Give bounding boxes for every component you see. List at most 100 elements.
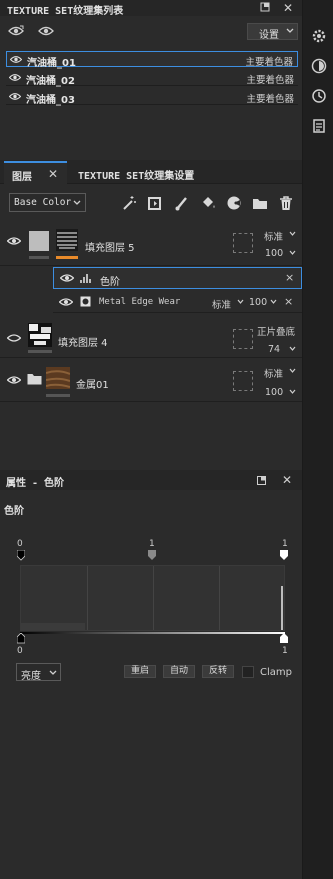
close-tab-icon[interactable]: ✕ <box>48 167 58 181</box>
visibility-eye-icon[interactable] <box>7 333 21 343</box>
chevron-down-icon[interactable] <box>289 389 296 395</box>
visibility-eye-icon[interactable] <box>60 273 74 283</box>
input-low-handle[interactable] <box>17 550 25 561</box>
visibility-eye-icon[interactable] <box>7 236 21 246</box>
settings-gear-icon[interactable] <box>311 28 327 44</box>
tab-layers[interactable]: 图层 ✕ <box>4 161 67 184</box>
input-low-value: 0 <box>17 539 23 549</box>
chevron-down-icon[interactable] <box>289 231 296 237</box>
chevron-down-icon <box>286 27 294 35</box>
shader-name: 主要着色器 <box>246 75 294 86</box>
visibility-eye-icon[interactable] <box>9 73 21 82</box>
blend-mode[interactable]: 正片叠底 <box>257 324 295 338</box>
opacity-value[interactable]: 100 <box>265 387 283 398</box>
histogram-gridline <box>219 566 220 630</box>
log-document-icon[interactable] <box>311 118 327 134</box>
levels-histogram <box>20 565 285 631</box>
visibility-eye-icon[interactable] <box>59 297 73 307</box>
add-effect-wand-icon[interactable] <box>121 195 137 211</box>
clamp-checkbox[interactable] <box>242 666 254 678</box>
input-high-handle[interactable] <box>280 550 288 561</box>
layer-name: 填充图层 4 <box>58 338 108 349</box>
chevron-down-icon[interactable] <box>289 346 296 352</box>
close-icon[interactable]: ✕ <box>283 1 293 15</box>
remove-effect-icon[interactable]: × <box>285 271 294 284</box>
chevron-down-icon[interactable] <box>237 299 244 305</box>
display-settings-icon[interactable] <box>311 58 327 74</box>
add-generator-icon[interactable] <box>147 195 163 211</box>
fill-bucket-icon[interactable] <box>200 195 216 211</box>
thumbnail-underline <box>46 394 70 397</box>
layer-row[interactable]: 填充图层 4 正片叠底 74 <box>0 318 302 358</box>
eye-icon[interactable] <box>38 24 54 38</box>
chevron-down-icon[interactable] <box>289 368 296 374</box>
right-tool-strip <box>302 0 333 879</box>
chevron-down-icon[interactable] <box>289 250 296 256</box>
effect-row-metal-edge-wear[interactable]: Metal Edge Wear 标准 100 × <box>53 291 302 313</box>
tab-label: TEXTURE SET纹理集设置 <box>78 171 195 182</box>
channel-select-value: 亮度 <box>21 671 41 682</box>
texture-set-row[interactable]: 汽油桶_02 主要着色器 <box>6 70 298 87</box>
settings-dropdown[interactable]: 设置 <box>247 23 298 41</box>
reset-button[interactable]: 重启 <box>124 665 156 678</box>
float-panel-icon[interactable] <box>260 2 270 12</box>
tab-texture-set-settings[interactable]: TEXTURE SET纹理集设置 <box>70 161 210 184</box>
texture-set-name: 汽油桶_02 <box>26 76 75 87</box>
chevron-down-icon[interactable] <box>270 299 277 305</box>
blend-mode[interactable]: 标准 <box>212 297 231 311</box>
input-mid-handle[interactable] <box>148 550 156 561</box>
float-panel-icon[interactable] <box>257 476 266 485</box>
channel-dropdown[interactable]: Base Color <box>9 193 86 212</box>
effect-row-levels[interactable]: 色阶 × <box>53 267 302 289</box>
histogram-data <box>21 623 85 630</box>
shader-name: 主要着色器 <box>246 94 294 105</box>
properties-panel: 属性 - 色阶 ✕ 色阶 0 1 1 0 1 亮度 重启 自动 反转 Clamp <box>0 470 302 879</box>
texture-set-header: TEXTURE SET纹理集列表 ✕ <box>0 0 302 17</box>
paint-brush-icon[interactable] <box>174 195 190 211</box>
invert-button[interactable]: 反转 <box>202 665 234 678</box>
eye-settings-icon[interactable] <box>8 24 24 38</box>
visibility-eye-icon[interactable] <box>10 55 22 64</box>
texture-set-row[interactable]: 汽油桶_01 主要着色器 <box>6 51 298 69</box>
layer-thumbnail <box>46 367 70 389</box>
panel-title: 属性 - 色阶 <box>6 478 65 489</box>
layer-row[interactable]: 填充图层 5 标准 100 <box>0 224 302 266</box>
layer-panel: 图层 ✕ TEXTURE SET纹理集设置 Base Color 填充图层 5 … <box>0 160 302 465</box>
layer-mask-placeholder <box>233 233 253 253</box>
output-low-value: 0 <box>17 646 23 656</box>
opacity-value[interactable]: 100 <box>249 297 267 308</box>
mask-selected-indicator <box>56 256 78 259</box>
channel-select[interactable]: 亮度 <box>16 663 61 682</box>
folder-icon[interactable] <box>252 195 268 211</box>
visibility-eye-icon[interactable] <box>7 375 21 385</box>
output-low-handle[interactable] <box>17 633 25 644</box>
history-icon[interactable] <box>311 88 327 104</box>
chevron-down-icon <box>73 199 81 207</box>
levels-bars-icon <box>80 273 92 284</box>
histogram-gridline <box>87 566 88 630</box>
opacity-value[interactable]: 74 <box>268 344 280 355</box>
remove-effect-icon[interactable]: × <box>284 295 293 308</box>
histogram-data <box>281 586 283 630</box>
tab-label: 图层 <box>12 172 32 183</box>
thumbnail-underline <box>29 256 49 259</box>
effect-name: 色阶 <box>100 277 120 288</box>
blend-mode[interactable]: 标准 <box>264 229 283 243</box>
output-high-value: 1 <box>282 646 288 656</box>
visibility-eye-icon[interactable] <box>9 92 21 101</box>
folder-row[interactable]: 金属01 标准 100 <box>0 360 302 402</box>
section-label: 色阶 <box>4 506 24 517</box>
texture-set-panel: TEXTURE SET纹理集列表 ✕ 设置 汽油桶_01 主要着色器 汽油桶_0… <box>0 0 302 158</box>
effect-name: Metal Edge Wear <box>99 297 181 307</box>
opacity-value[interactable]: 100 <box>265 248 283 259</box>
properties-header: 属性 - 色阶 ✕ <box>0 470 302 490</box>
auto-button[interactable]: 自动 <box>163 665 195 678</box>
add-mask-icon[interactable] <box>226 195 242 211</box>
close-icon[interactable]: ✕ <box>282 473 292 487</box>
channel-dropdown-value: Base Color <box>14 197 72 208</box>
texture-set-row[interactable]: 汽油桶_03 主要着色器 <box>6 89 298 106</box>
layer-name: 填充图层 5 <box>85 243 135 254</box>
delete-trash-icon[interactable] <box>278 195 294 211</box>
output-high-handle[interactable] <box>280 633 288 644</box>
blend-mode[interactable]: 标准 <box>264 366 283 380</box>
